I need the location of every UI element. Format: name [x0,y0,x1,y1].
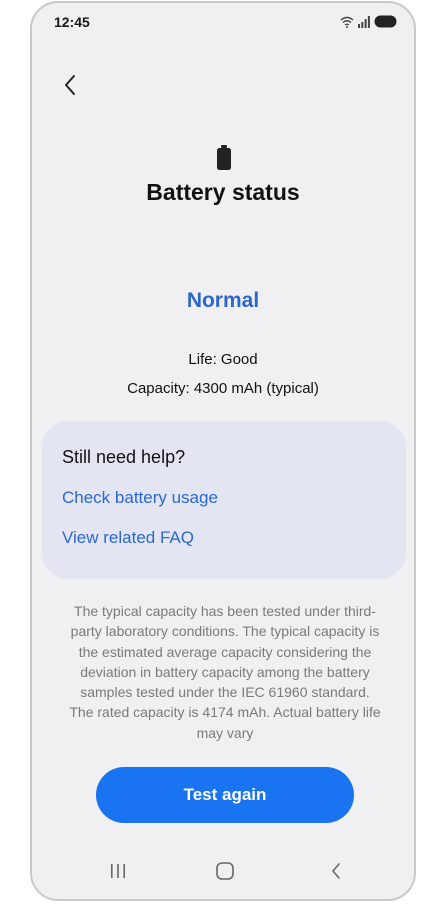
recent-apps-button[interactable] [100,855,136,891]
battery-life-text: Life: Good [188,351,258,368]
phone-screen: 12:45 Battery status Normal Life: Good C… [30,1,416,901]
help-title: Still need help? [62,447,186,467]
battery-status-value: Normal [186,289,260,312]
status-time: 12:45 [54,14,90,30]
battery-icon [216,145,232,176]
back-icon [330,862,342,885]
signal-icon [358,15,370,33]
back-button[interactable] [56,73,84,101]
view-related-faq-link[interactable]: View related FAQ [62,528,194,548]
wifi-icon [340,15,354,33]
recent-apps-icon [109,863,127,884]
chevron-left-icon [63,74,77,101]
home-icon [216,861,234,885]
battery-status-icon [374,15,398,33]
capacity-description: The typical capacity has been tested und… [69,603,381,741]
page-title: Battery status [146,179,300,205]
nav-back-button[interactable] [318,855,354,891]
check-battery-usage-link[interactable]: Check battery usage [62,488,218,508]
help-card: Still need help? Check battery usage Vie… [42,421,406,579]
home-button[interactable] [207,855,243,891]
status-bar: 12:45 [32,3,414,43]
navigation-bar [32,847,414,899]
battery-capacity-text: Capacity: 4300 mAh (typical) [127,380,319,397]
test-again-button[interactable]: Test again [96,767,354,823]
status-icons [340,15,398,33]
